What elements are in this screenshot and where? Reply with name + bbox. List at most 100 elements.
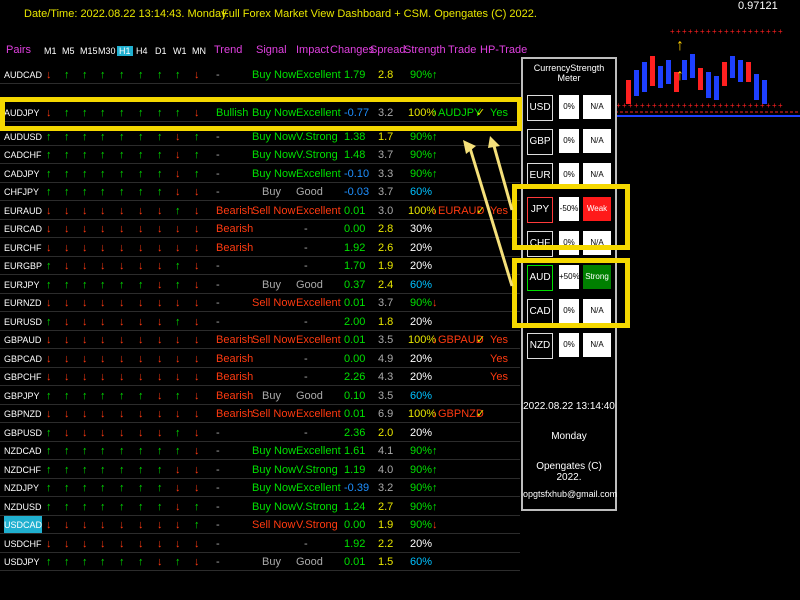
pair-symbol[interactable]: EURCAD xyxy=(4,220,42,238)
arrow-down-icon: ↓ xyxy=(138,352,144,365)
trend-value: Bearish xyxy=(216,408,254,420)
pair-symbol[interactable]: EURUSD xyxy=(4,313,42,331)
pair-symbol[interactable]: EURNZD xyxy=(4,294,42,312)
spread-value: 2.0 xyxy=(378,426,394,439)
table-row[interactable]: CHFJPY ↑ ↑ ↑ ↑ ↑ ↑ ↑ ↓ ↓ - Buy Good -0.03 3.7 60% xyxy=(0,183,520,201)
currency-gbp: GBP 0% N/A xyxy=(527,129,611,155)
arrow-down-icon: ↓ xyxy=(82,297,88,309)
table-row[interactable]: USDJPY ↑ ↑ ↑ ↑ ↑ ↑ ↓ ↑ ↓ - Buy Good 0.01 1.5 60% xyxy=(0,553,520,571)
tf-header-d1[interactable]: D1 xyxy=(155,46,167,56)
pair-symbol[interactable]: NZDCHF xyxy=(4,461,41,479)
arrow-up-icon: ↑ xyxy=(138,463,144,476)
pair-symbol[interactable]: USDCHF xyxy=(4,535,42,553)
table-row[interactable]: EURCHF ↓ ↓ ↓ ↓ ↓ ↓ ↓ ↓ ↓ Bearish - 1.92 2.6 20% xyxy=(0,239,520,257)
pair-symbol[interactable]: EURCHF xyxy=(4,239,42,257)
signal-value: Buy Now xyxy=(252,482,297,494)
pair-symbol[interactable]: GBPAUD xyxy=(4,331,41,349)
table-row[interactable]: EURCAD ↓ ↓ ↓ ↓ ↓ ↓ ↓ ↓ ↓ Bearish - 0.00 2.8 30% xyxy=(0,220,520,238)
pair-symbol[interactable]: EURAUD xyxy=(4,202,42,220)
pair-symbol[interactable]: NZDJPY xyxy=(4,479,39,497)
change-value: 0.01 xyxy=(344,408,366,420)
arrow-down-icon: ↓ xyxy=(175,482,181,494)
pair-symbol[interactable]: NZDCAD xyxy=(4,442,42,460)
table-row[interactable]: GBPCHF ↓ ↓ ↓ ↓ ↓ ↓ ↓ ↓ ↓ Bearish - 2.26 4.3 20% Yes xyxy=(0,368,520,386)
tf-header-h1[interactable]: H1 xyxy=(117,46,133,56)
table-row[interactable]: EURGBP ↑ ↓ ↓ ↓ ↓ ↓ ↓ ↑ ↓ - - 1.70 1.9 20% xyxy=(0,257,520,275)
pair-symbol[interactable]: GBPUSD xyxy=(4,424,42,442)
tf-header-w1[interactable]: W1 xyxy=(173,46,187,56)
pair-symbol[interactable]: CADJPY xyxy=(4,165,40,183)
spread-value: 4.9 xyxy=(378,352,394,365)
table-row[interactable]: USDCHF ↓ ↓ ↓ ↓ ↓ ↓ ↓ ↓ ↓ - - 1.92 2.2 20% xyxy=(0,535,520,553)
table-row[interactable]: CADCHF ↑ ↑ ↑ ↑ ↑ ↑ ↑ ↓ ↑ - Buy Now V.Strong 1.48 3.7 90… xyxy=(0,146,520,164)
change-value: 0.00 xyxy=(344,352,366,365)
arrow-down-icon: ↓ xyxy=(157,278,163,291)
plus-marker: + xyxy=(676,27,681,36)
candle xyxy=(738,60,743,82)
arrow-down-icon: ↓ xyxy=(138,519,144,531)
tf-header-m30[interactable]: M30 xyxy=(98,46,116,56)
impact-value: - xyxy=(304,537,308,550)
arrow-up-icon: ↑ xyxy=(46,149,52,161)
impact-value: Good xyxy=(296,278,323,291)
trend-value: Bearish xyxy=(216,204,254,217)
arrow-down-icon: ↓ xyxy=(194,260,200,272)
table-row[interactable]: NZDCAD ↑ ↑ ↑ ↑ ↑ ↑ ↑ ↑ ↓ - Buy Now Excellent 1.61 4.1 9… xyxy=(0,442,520,460)
trend-value: Bearish xyxy=(216,334,254,346)
arrow-down-icon: ↓ xyxy=(100,204,106,217)
spread-value: 3.7 xyxy=(378,186,394,198)
arrow-up-icon: ↑ xyxy=(100,149,106,161)
pair-symbol[interactable]: CHFJPY xyxy=(4,183,39,201)
pair-symbol[interactable]: USDCAD xyxy=(4,516,43,534)
spread-value: 6.9 xyxy=(378,408,394,420)
pair-symbol[interactable]: USDJPY xyxy=(4,553,40,571)
tf-header-m15[interactable]: M15 xyxy=(80,46,98,56)
arrow-down-icon: ↓ xyxy=(64,204,70,217)
signal-value: Sell Now xyxy=(252,408,296,420)
tf-header-mn[interactable]: MN xyxy=(192,46,206,56)
arrow-up-icon: ↑ xyxy=(64,186,70,198)
arrow-down-icon: ↓ xyxy=(157,352,163,365)
pair-symbol[interactable]: EURJPY xyxy=(4,276,40,294)
table-row[interactable]: GBPJPY ↑ ↑ ↑ ↑ ↑ ↑ ↓ ↑ ↓ Bearish Buy Good 0.10 3.5 60% xyxy=(0,387,520,405)
tf-header-m5[interactable]: M5 xyxy=(62,46,75,56)
plus-marker: + xyxy=(778,101,783,110)
plus-marker: + xyxy=(628,101,633,110)
impact-value: - xyxy=(304,371,308,383)
arrow-up-icon: ↑ xyxy=(46,389,52,402)
table-row[interactable]: EURUSD ↑ ↓ ↓ ↓ ↓ ↓ ↓ ↑ ↓ - - 2.00 1.8 20% xyxy=(0,313,520,331)
pair-symbol[interactable]: GBPJPY xyxy=(4,387,40,405)
tf-header-h4[interactable]: H4 xyxy=(136,46,148,56)
arrow-up-icon: ↑ xyxy=(138,389,144,402)
tf-header-m1[interactable]: M1 xyxy=(44,46,57,56)
pair-symbol[interactable]: GBPCHF xyxy=(4,368,42,386)
pair-symbol[interactable]: GBPNZD xyxy=(4,405,42,423)
table-row[interactable]: NZDCHF ↑ ↑ ↑ ↑ ↑ ↑ ↑ ↓ ↓ - Buy Now V.Strong 1.19 4.0 90… xyxy=(0,461,520,479)
table-row[interactable]: NZDUSD ↑ ↑ ↑ ↑ ↑ ↑ ↑ ↓ ↑ - Buy Now V.Strong 1.24 2.7 90… xyxy=(0,498,520,516)
arrow-up-icon: ↑ xyxy=(64,69,70,81)
plus-marker: + xyxy=(670,101,675,110)
table-row[interactable]: AUDCAD ↓ ↑ ↑ ↑ ↑ ↑ ↑ ↑ ↓ - Buy Now Excellent 1.79 2.8 9… xyxy=(0,66,520,84)
spread-value: 3.0 xyxy=(378,204,394,217)
pair-symbol[interactable]: EURGBP xyxy=(4,257,42,275)
pair-symbol[interactable]: NZDUSD xyxy=(4,498,42,516)
pair-symbol[interactable]: GBPCAD xyxy=(4,350,42,368)
arrow-down-icon: ↓ xyxy=(82,260,88,272)
spread-value: 4.3 xyxy=(378,371,394,383)
arrow-up-icon: ↑ xyxy=(100,167,106,180)
table-row[interactable]: EURJPY ↑ ↑ ↑ ↑ ↑ ↑ ↓ ↑ ↓ - Buy Good 0.37 2.4 60% xyxy=(0,276,520,294)
arrow-up-icon: ↑ xyxy=(138,500,144,513)
table-row[interactable]: USDCAD ↓ ↓ ↓ ↓ ↓ ↓ ↓ ↓ ↑ - Sell Now V.Strong 0.00 1.9 9… xyxy=(0,516,520,534)
table-row[interactable]: GBPAUD ↓ ↓ ↓ ↓ ↓ ↓ ↓ ↓ ↓ Bearish Sell Now Excellent 0… xyxy=(0,331,520,349)
arrow-down-icon: ↓ xyxy=(157,334,163,346)
table-row[interactable]: NZDJPY ↑ ↑ ↑ ↑ ↑ ↑ ↑ ↓ ↓ - Buy Now Excellent -0.39 3.2… xyxy=(0,479,520,497)
table-row[interactable]: EURAUD ↓ ↓ ↓ ↓ ↓ ↓ ↓ ↑ ↓ Bearish Sell Now Excellent 0… xyxy=(0,202,520,220)
pair-symbol[interactable]: CADCHF xyxy=(4,146,42,164)
table-row[interactable]: GBPNZD ↓ ↓ ↓ ↓ ↓ ↓ ↓ ↓ ↓ Bearish Sell Now Excellent 0… xyxy=(0,405,520,423)
currency-nzd: NZD 0% N/A xyxy=(527,333,611,359)
pair-symbol[interactable]: AUDCAD xyxy=(4,66,42,84)
table-row[interactable]: GBPCAD ↓ ↓ ↓ ↓ ↓ ↓ ↓ ↓ ↓ Bearish - 0.00 4.9 20% Yes xyxy=(0,350,520,368)
table-row[interactable]: GBPUSD ↑ ↓ ↓ ↓ ↓ ↓ ↓ ↑ ↓ - - 2.36 2.0 20% xyxy=(0,424,520,442)
table-row[interactable]: EURNZD ↓ ↓ ↓ ↓ ↓ ↓ ↓ ↓ ↓ - Sell Now Excellent 0.01 3.7… xyxy=(0,294,520,312)
table-row[interactable]: CADJPY ↑ ↑ ↑ ↑ ↑ ↑ ↑ ↓ ↑ - Buy Now Excellent -0.10 3.3… xyxy=(0,165,520,183)
